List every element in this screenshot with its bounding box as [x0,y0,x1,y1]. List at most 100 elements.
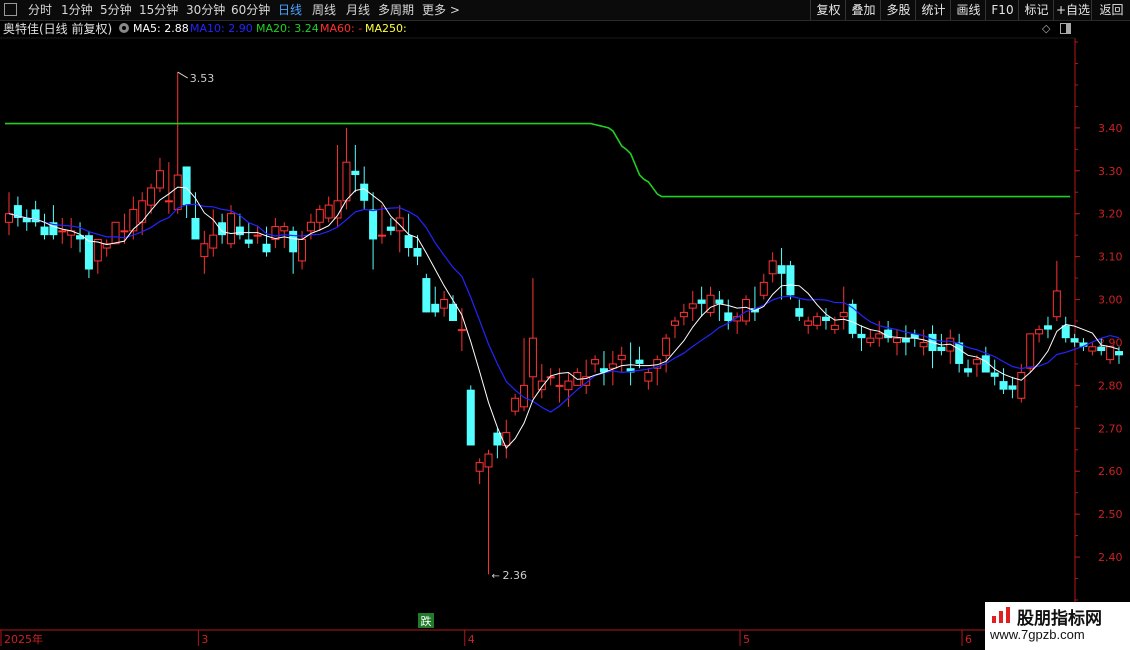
candle-body [147,187,156,206]
candle-body [235,226,244,236]
candle-body [253,234,262,237]
watermark-logo-icon [992,607,1010,623]
candle-body [1106,346,1115,361]
candle-body [280,226,289,232]
y-tick-label: 3.30 [1098,165,1123,178]
candle-body [58,230,67,233]
candle-body [857,333,866,339]
candle-body [369,209,378,240]
candle-body [635,359,644,364]
candle-body [839,311,848,318]
candle-body [955,342,964,364]
candle-body [289,230,298,253]
candle-body [555,384,564,387]
high-arrow [177,71,188,79]
candle-body [111,221,120,245]
candle-body [475,462,484,472]
watermark-url: www.7gpzb.com [990,627,1085,642]
candle-body [964,368,973,373]
candle-body [457,329,466,332]
candle-body [360,183,369,201]
watermark-name: 股朋指标网 [1017,609,1102,629]
signal-label: 跌 [421,614,432,628]
candle-body [617,354,626,361]
y-tick-label: 2.40 [1098,551,1123,564]
candle-body [528,337,537,378]
candle-body [662,337,671,356]
candle-body [262,243,271,253]
candle-body [830,324,839,331]
candle-body [759,281,768,296]
ma20-line [5,122,1070,198]
candle-body [608,363,617,369]
candle-body [173,174,182,210]
candle-body [306,221,315,232]
y-tick-label: 2.70 [1098,422,1123,435]
y-tick-label: 3.10 [1098,251,1123,264]
candle-body [1043,325,1052,330]
candle-body [1008,385,1017,390]
candle-body [866,337,875,343]
candle-body [440,299,449,309]
candle-body [1097,346,1106,352]
candle-body [164,200,173,203]
candle-body [972,359,981,365]
candle-body [200,243,209,258]
candle-body [377,234,386,237]
candle-body [1017,372,1026,399]
candle-body [671,320,679,326]
candle-body [386,226,395,231]
candle-body [466,389,475,446]
x-tick-label: 3 [201,633,208,646]
x-tick-label: 2025年 [4,632,43,646]
kline-chart[interactable]: 3.403.303.203.103.002.902.802.702.602.50… [0,0,1130,650]
candle-body [813,316,822,326]
candle-body [120,230,129,233]
candle-body [875,333,884,339]
candle-body [821,316,830,321]
candle-body [40,226,49,236]
candle-body [697,299,706,304]
candle-body [715,299,724,304]
candle-body [644,372,653,382]
candle-body [449,303,457,321]
candle-body [804,320,813,326]
candle-body [342,161,351,202]
candle-body [413,248,422,257]
candle-body [84,235,93,270]
ma10-line [8,203,1120,413]
candle-body [191,217,200,240]
candle-body [1026,333,1035,369]
candle-body [511,397,520,412]
candle-body [182,166,191,206]
candle-body [777,265,786,274]
candle-body [795,308,804,317]
candle-body [901,338,910,343]
candle-body [1070,338,1079,343]
y-tick-label: 3.20 [1098,208,1123,221]
candle-body [1052,290,1061,318]
candle-body [919,341,928,348]
y-tick-label: 2.80 [1098,379,1123,392]
candle-body [155,170,164,189]
x-tick-label: 6 [965,633,972,646]
candle-body [298,238,307,262]
y-tick-label: 3.00 [1098,294,1123,307]
candle-body [768,260,777,275]
candle-body [76,235,85,240]
candle-body [937,346,946,352]
candle-body [315,208,324,223]
x-tick-label: 5 [743,633,750,646]
candle-body [1035,329,1044,335]
candle-body [351,170,360,176]
candle-body [537,380,546,391]
candle-body [244,239,253,244]
candle-body [1088,346,1097,352]
candle-body [679,311,688,318]
candle-body [431,303,440,313]
candle-body [990,372,999,377]
candle-body [786,265,795,296]
candle-body [893,337,901,343]
candle-body [999,381,1008,390]
candle-body [422,278,431,313]
